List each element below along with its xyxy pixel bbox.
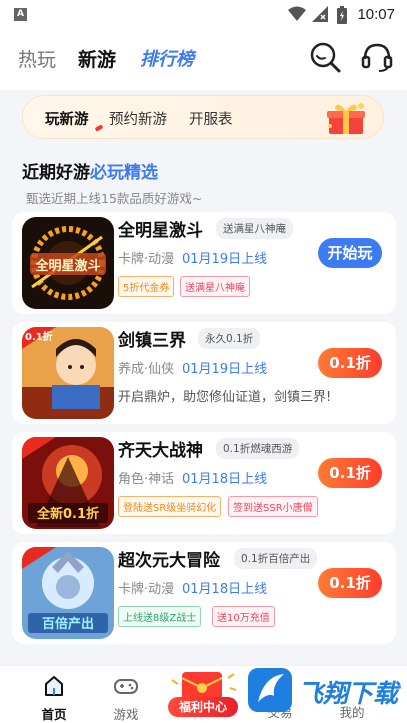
discount-button[interactable]: 0.1折 [318, 348, 382, 378]
site-watermark-logo: 飞翔下载 [248, 668, 402, 712]
wifi-icon [288, 6, 306, 21]
nav-home-label: 首页 [41, 707, 67, 722]
game-tag: 送满星八神庵 [180, 276, 250, 297]
top-header: 热玩 新游 排行榜 [0, 30, 407, 90]
game-tag: 签到送SSR小唐僧 [228, 496, 318, 517]
game-badge: 0.1折燃魂西游 [216, 438, 300, 459]
subtab-server-schedule[interactable]: 开服表 [189, 108, 233, 129]
active-subtab-indicator [94, 124, 104, 132]
clock: 10:07 [357, 6, 395, 23]
section-title-highlight: 必玩精选 [90, 163, 158, 183]
game-card[interactable]: 全新0.1折 齐天大战神 0.1折燃魂西游 角色·神话 01月18日上线 登陆送… [12, 432, 396, 534]
game-category: 卡牌·动漫 [118, 252, 175, 267]
battery-icon [337, 6, 347, 24]
home-icon [45, 676, 63, 696]
tab-ranking[interactable]: 排行榜 [140, 45, 194, 71]
gamepad-icon [114, 679, 138, 694]
game-tag: 上线送8级Z战士 [118, 606, 202, 627]
gift-box-icon [327, 103, 365, 134]
nav-home[interactable]: 首页 [24, 674, 84, 723]
start-play-button[interactable]: 开始玩 [318, 238, 382, 268]
game-category: 卡牌·动漫 [118, 582, 175, 597]
subtab-play-new[interactable]: 玩新游 [45, 108, 89, 129]
game-tag: 5折代金券 [118, 276, 175, 297]
discount-button[interactable]: 0.1折 [318, 458, 382, 488]
cover-title-text: 全明星激斗 [34, 258, 100, 274]
game-name: 齐天大战神 [118, 441, 203, 461]
game-cover[interactable]: 0.1折 [22, 327, 114, 419]
status-bar: A 10:07 [0, 0, 407, 30]
release-date: 01月18日上线 [182, 472, 268, 487]
game-category: 角色·神话 [118, 472, 175, 487]
game-cover[interactable]: 全明星激斗 [22, 217, 114, 309]
game-card[interactable]: 全明星激斗 全明星激斗 送满星八神庵 卡牌·动漫 01月19日上线 5折代金券 … [12, 212, 396, 314]
nav-games-label: 游戏 [113, 707, 139, 722]
nav-games[interactable]: 游戏 [96, 674, 156, 723]
game-badge: 送满星八神庵 [216, 218, 293, 239]
notification-app-icon: A [14, 8, 27, 21]
game-badge: 0.1折百倍产出 [234, 548, 318, 569]
customer-service-icon[interactable] [360, 40, 394, 74]
game-badge: 永久0.1折 [198, 328, 261, 349]
game-cover[interactable]: 百倍产出 [22, 547, 114, 639]
subtab-bar: 玩新游 预约新游 开服表 [22, 95, 384, 139]
game-name: 全明星激斗 [118, 221, 203, 241]
watermark-text: 飞翔下载 [298, 679, 402, 708]
subtab-reserve-new[interactable]: 预约新游 [109, 108, 167, 129]
release-date: 01月18日上线 [182, 582, 268, 597]
welfare-center-label[interactable]: 福利中心 [168, 697, 238, 717]
release-date: 01月19日上线 [182, 252, 268, 267]
release-date: 01月19日上线 [182, 362, 268, 377]
game-cover[interactable]: 全新0.1折 [22, 437, 114, 529]
cover-title-text: 百倍产出 [42, 616, 94, 632]
game-tag: 送10万充值 [212, 606, 275, 627]
cover-discount-text: 0.1折 [25, 330, 53, 343]
game-card[interactable]: 百倍产出 超次元大冒险 0.1折百倍产出 卡牌·动漫 01月18日上线 上线送8… [12, 542, 396, 644]
tab-hot-games[interactable]: 热玩 [18, 45, 56, 72]
game-card[interactable]: 0.1折 剑镇三界 永久0.1折 养成·仙侠 01月19日上线 开启鼎炉，助您修… [12, 322, 396, 424]
game-name: 剑镇三界 [118, 331, 186, 351]
game-category: 养成·仙侠 [118, 362, 175, 377]
no-signal-icon [312, 6, 328, 22]
section-subtitle: 甄选近期上线15款品质好游戏~ [26, 191, 203, 206]
discount-button[interactable]: 0.1折 [318, 568, 382, 598]
section-title-main: 近期好游 [22, 163, 90, 183]
search-icon[interactable] [308, 40, 342, 74]
section-title: 近期好游必玩精选 [22, 158, 158, 183]
game-description: 开启鼎炉，助您修仙证道，剑镇三界! [118, 390, 332, 405]
tab-new-games[interactable]: 新游 [78, 45, 116, 72]
cover-title-text: 全新0.1折 [36, 506, 99, 522]
game-name: 超次元大冒险 [118, 551, 220, 571]
game-tag: 登陆送SR级坐骑幻化 [118, 496, 222, 517]
